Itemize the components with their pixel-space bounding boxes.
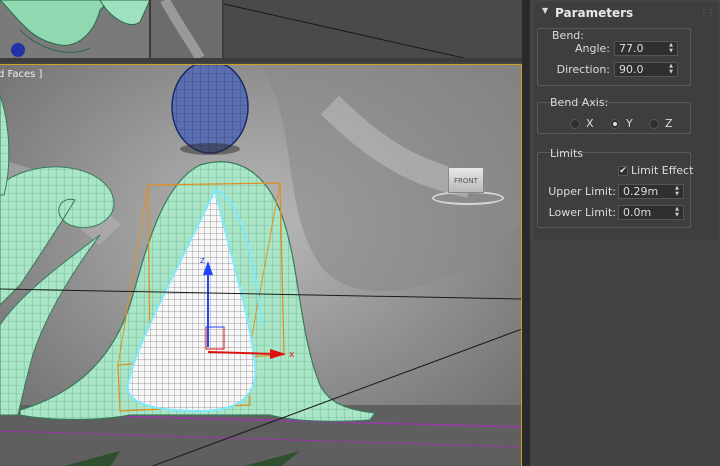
limits-label: Limits: [550, 147, 583, 160]
spinner-arrows-icon[interactable]: ▲ ▼: [673, 206, 681, 219]
parameters-rollout-body: Bend: Angle: 77.0 ▲ ▼ Direction: 90.0 ▲ ▼ …: [534, 24, 718, 240]
svg-text:x: x: [289, 350, 295, 360]
upper-limit-label: Upper Limit:: [548, 185, 616, 198]
perspective-lines: [223, 3, 465, 59]
spinner-arrows-icon[interactable]: ▲ ▼: [667, 63, 675, 76]
limit-effect-checkbox[interactable]: ✔: [618, 166, 628, 176]
limit-effect-label[interactable]: Limit Effect: [631, 164, 693, 177]
top-left-viewport[interactable]: [0, 0, 222, 58]
lower-limit-label: Lower Limit:: [548, 206, 616, 219]
viewport-splitter[interactable]: [522, 0, 530, 466]
lower-limit-value: 0.0m: [623, 206, 652, 219]
axis-x-radio[interactable]: [570, 119, 580, 129]
axis-x-label: X: [586, 117, 594, 130]
axis-z-label: Z: [665, 117, 673, 130]
angle-label: Angle:: [574, 42, 610, 55]
svg-text:z: z: [200, 256, 205, 266]
spinner-arrows-icon[interactable]: ▲ ▼: [667, 42, 675, 55]
command-panel: ▼ Parameters ⋮⋮ Bend: Angle: 77.0 ▲ ▼ Dir…: [530, 0, 720, 466]
direction-value: 90.0: [619, 63, 644, 76]
viewcube-front-face[interactable]: FRONT: [448, 167, 484, 193]
axis-z-radio[interactable]: [649, 119, 659, 129]
rollout-title: Parameters: [555, 6, 634, 20]
top-right-viewport[interactable]: [223, 0, 524, 59]
upper-limit-value: 0.29m: [623, 185, 659, 198]
axis-y-radio[interactable]: [610, 119, 620, 129]
bend-group: Bend:: [537, 28, 691, 86]
bend-group-label: Bend:: [552, 29, 584, 42]
scene-render: z x: [0, 65, 521, 466]
spinner-arrows-icon[interactable]: ▲ ▼: [673, 185, 681, 198]
upper-limit-spinner[interactable]: 0.29m ▲ ▼: [618, 184, 684, 199]
grip-icon[interactable]: ⋮⋮: [700, 8, 715, 17]
viewport-shading-label[interactable]: d Faces ]: [0, 69, 42, 80]
angle-spinner[interactable]: 77.0 ▲ ▼: [614, 41, 678, 56]
chevron-down-icon[interactable]: ▼: [542, 6, 548, 15]
lower-limit-spinner[interactable]: 0.0m ▲ ▼: [618, 205, 684, 220]
top-viewport-strip: [0, 0, 524, 62]
bend-axis-label: Bend Axis:: [550, 96, 609, 109]
angle-value: 77.0: [619, 42, 644, 55]
perspective-viewport[interactable]: z x d Faces ] FRONT: [0, 64, 522, 466]
axis-y-label: Y: [626, 117, 633, 130]
direction-label: Direction:: [556, 63, 610, 76]
parameters-rollout-header[interactable]: ▼ Parameters ⋮⋮: [534, 2, 718, 24]
ornament-mesh-render: [0, 0, 222, 58]
direction-spinner[interactable]: 90.0 ▲ ▼: [614, 62, 678, 77]
